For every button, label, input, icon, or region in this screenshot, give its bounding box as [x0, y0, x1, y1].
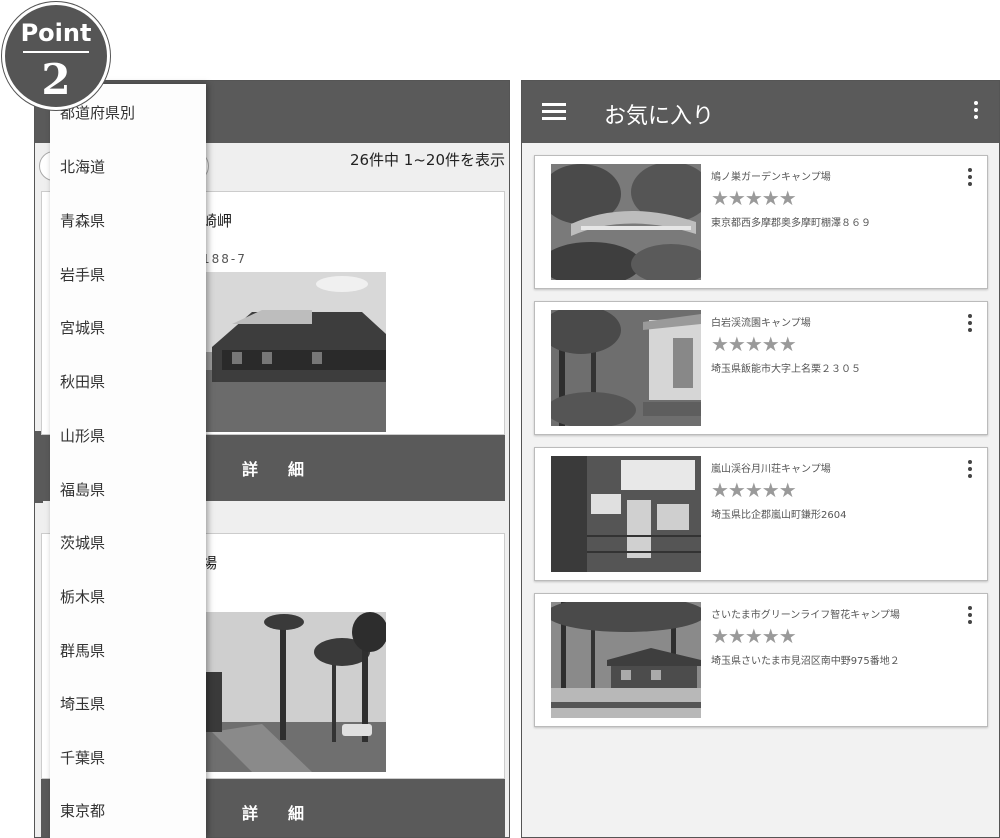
- rating-stars: ★★★★★: [711, 478, 797, 502]
- detail-button-label: 詳細: [241, 804, 334, 823]
- favorite-address: 埼玉県さいたま市見沼区南中野975番地２: [711, 656, 900, 667]
- more-vert-icon[interactable]: [967, 168, 973, 190]
- right-phone-screen: お気に入り 鳩ノ巣ガーデンキャンプ場 ★★★★★ 東京都西多摩郡奥多摩町棚澤８６…: [521, 80, 1000, 838]
- campsite-thumbnail: [551, 164, 701, 280]
- result-count: 26件中 1~20件を表示: [349, 151, 505, 169]
- prefecture-drawer: 都道府県別 北海道 青森県 岩手県 宮城県 秋田県 山形県 福島県 茨城県 栃木…: [50, 84, 206, 838]
- favorite-name: さいたま市グリーンライフ智花キャンプ場: [711, 610, 900, 621]
- favorite-card[interactable]: さいたま市グリーンライフ智花キャンプ場 ★★★★★ 埼玉県さいたま市見沼区南中野…: [534, 593, 988, 727]
- point-badge: Point 2: [2, 2, 110, 110]
- campsite-thumbnail: [551, 456, 701, 572]
- campsite-title: 崎岬: [202, 212, 233, 230]
- drawer-item-fukushima[interactable]: 福島県: [60, 479, 105, 500]
- rating-stars: ★★★★★: [711, 332, 797, 356]
- more-vert-icon[interactable]: [967, 314, 973, 336]
- more-vert-icon[interactable]: [973, 101, 979, 123]
- campsite-photo: [192, 272, 386, 432]
- drawer-item-iwate[interactable]: 岩手県: [60, 264, 105, 285]
- favorites-app-bar: お気に入り: [522, 81, 999, 143]
- favorite-name: 鳩ノ巣ガーデンキャンプ場: [711, 172, 831, 183]
- drawer-item-saitama[interactable]: 埼玉県: [60, 693, 105, 714]
- point-label: Point: [20, 19, 92, 47]
- favorite-address: 東京都西多摩郡奥多摩町棚澤８６９: [711, 218, 871, 229]
- drawer-item-aomori[interactable]: 青森県: [60, 210, 105, 231]
- more-vert-icon[interactable]: [967, 606, 973, 628]
- favorite-name: 嵐山渓谷月川荘キャンプ場: [711, 464, 831, 475]
- drawer-item-chiba[interactable]: 千葉県: [60, 747, 105, 768]
- drawer-item-miyagi[interactable]: 宮城県: [60, 317, 105, 338]
- campsite-photo: [192, 612, 386, 772]
- rating-stars: ★★★★★: [711, 624, 797, 648]
- drawer-item-ibaraki[interactable]: 茨城県: [60, 532, 105, 553]
- favorite-card[interactable]: 白岩渓流園キャンプ場 ★★★★★ 埼玉県飯能市大字上名栗２３０５: [534, 301, 988, 435]
- drawer-item-tokyo[interactable]: 東京都: [60, 800, 105, 821]
- favorite-address: 埼玉県飯能市大字上名栗２３０５: [711, 364, 861, 375]
- drawer-item-yamagata[interactable]: 山形県: [60, 425, 105, 446]
- campsite-thumbnail: [551, 310, 701, 426]
- badge-divider: [23, 51, 89, 53]
- drawer-item-akita[interactable]: 秋田県: [60, 371, 105, 392]
- favorite-name: 白岩渓流園キャンプ場: [711, 318, 811, 329]
- campsite-thumbnail: [551, 602, 701, 718]
- favorite-address: 埼玉県比企郡嵐山町鎌形2604: [711, 510, 847, 521]
- favorite-card[interactable]: 嵐山渓谷月川荘キャンプ場 ★★★★★ 埼玉県比企郡嵐山町鎌形2604: [534, 447, 988, 581]
- drawer-item-gunma[interactable]: 群馬県: [60, 640, 105, 661]
- point-number: 2: [41, 55, 71, 104]
- favorite-card[interactable]: 鳩ノ巣ガーデンキャンプ場 ★★★★★ 東京都西多摩郡奥多摩町棚澤８６９: [534, 155, 988, 289]
- rating-stars: ★★★★★: [711, 186, 797, 210]
- hamburger-icon[interactable]: [542, 103, 566, 121]
- more-vert-icon[interactable]: [967, 460, 973, 482]
- drawer-item-tochigi[interactable]: 栃木県: [60, 586, 105, 607]
- campsite-address: 188-7: [202, 252, 247, 266]
- page-title: お気に入り: [604, 104, 715, 129]
- drawer-item-hokkaido[interactable]: 北海道: [60, 156, 105, 177]
- detail-button-label: 詳細: [241, 460, 334, 479]
